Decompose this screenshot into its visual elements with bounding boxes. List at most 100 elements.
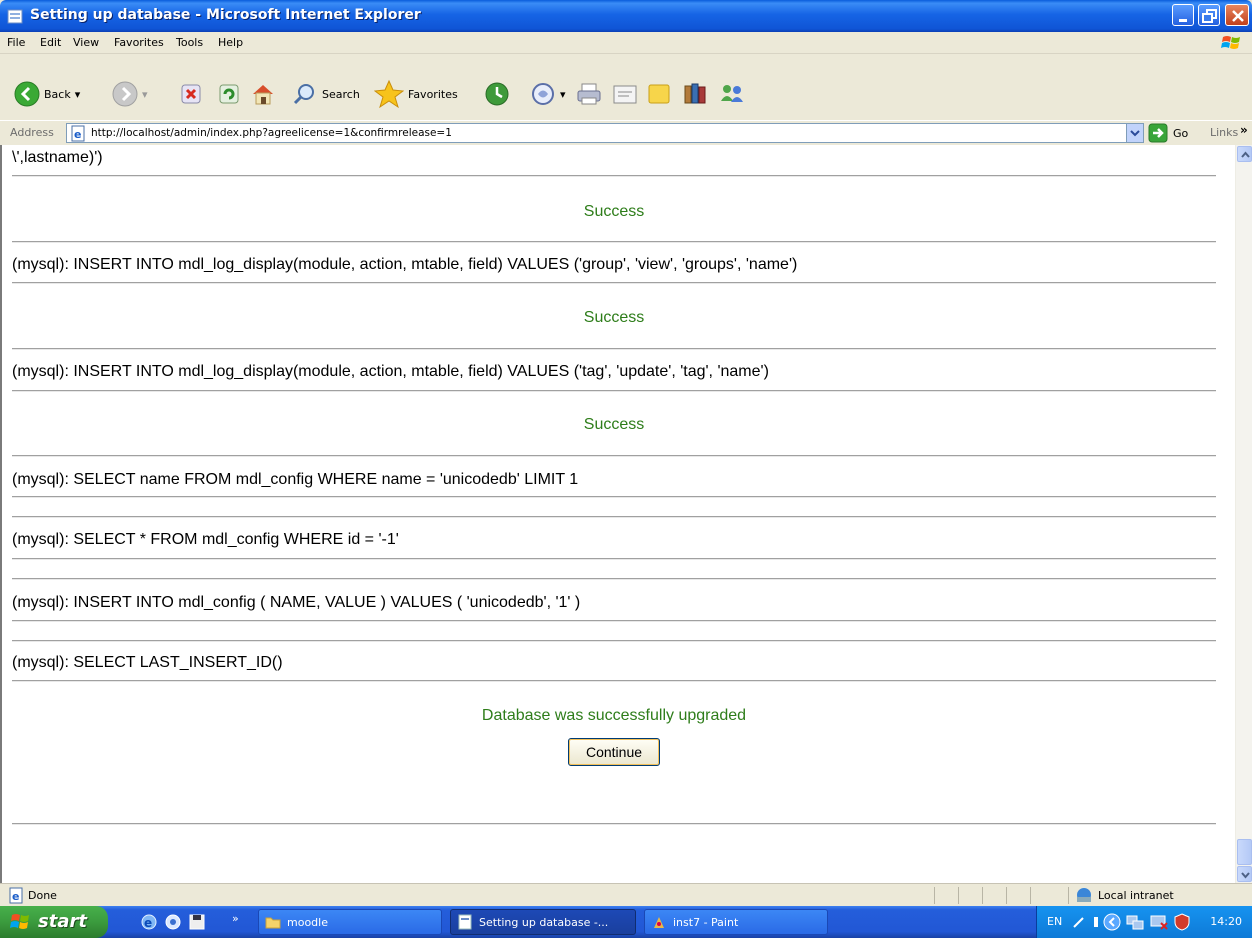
back-dropdown-icon[interactable]: ▾ [75,88,81,101]
address-dropdown-button[interactable] [1126,124,1143,142]
ie-page-icon [7,9,23,24]
sql-log-line: (mysql): INSERT INTO mdl_log_display(mod… [12,256,798,273]
minimize-button[interactable] [1172,4,1194,26]
menu-view[interactable]: View [73,36,99,49]
sql-log-line: (mysql): SELECT LAST_INSERT_ID() [12,654,283,671]
print-icon[interactable] [576,81,602,107]
network-icon[interactable] [1125,913,1145,931]
windows-logo-icon [1221,36,1240,49]
favorites-label: Favorites [408,87,458,101]
chevron-right-icon[interactable]: » [232,912,239,925]
favorites-button[interactable]: Favorites [374,79,458,109]
edit-icon[interactable] [612,81,638,107]
menu-favorites[interactable]: Favorites [114,36,164,49]
ie-quicklaunch-icon[interactable]: e [140,913,158,931]
messenger-icon[interactable] [718,81,746,107]
back-button[interactable]: Back ▾ [14,81,80,107]
svg-text:e: e [74,128,81,141]
home-icon[interactable] [250,81,276,107]
discuss-icon[interactable] [646,81,672,107]
start-label: start [38,911,87,932]
menu-help[interactable]: Help [218,36,243,49]
forward-arrow-icon [112,81,138,107]
refresh-icon[interactable] [218,83,240,105]
forward-dropdown-icon[interactable]: ▾ [142,88,148,101]
divider [12,496,1216,498]
stop-icon[interactable] [180,83,202,105]
divider [12,516,1216,518]
vertical-scrollbar[interactable] [1235,145,1252,883]
tray-arrow-icon[interactable] [1103,913,1121,931]
continue-button[interactable]: Continue [568,738,660,766]
security-alert-icon[interactable] [1173,913,1191,931]
ie-page-icon: e [9,887,23,904]
divider [12,640,1216,642]
chevron-down-icon [1241,872,1250,879]
menu-edit[interactable]: Edit [40,36,61,49]
go-label: Go [1173,126,1189,140]
paint-icon [654,917,664,928]
sql-log-fragment: \',lastname)') [12,149,103,166]
divider [12,282,1216,284]
window-title: Setting up database - Microsoft Internet… [30,7,421,23]
divider [12,390,1216,392]
standard-toolbar: Back ▾ ▾ Search Favorites ▾ [0,55,1252,125]
address-url: http://localhost/admin/index.php?agreeli… [91,127,452,139]
menu-tools[interactable]: Tools [176,36,203,49]
menu-bar: File Edit View Favorites Tools Help [0,32,1252,54]
address-input[interactable]: e http://localhost/admin/index.php?agree… [66,123,1144,143]
browser-quicklaunch-icon[interactable] [164,913,182,931]
close-button[interactable] [1225,4,1249,26]
title-bar: Setting up database - Microsoft Internet… [0,0,1252,32]
folder-icon [265,917,281,929]
system-tray: EN 14:20 [1036,906,1252,938]
minimize-icon [1179,19,1187,22]
tray-indicator-icon[interactable] [1091,914,1101,930]
pen-tool-icon[interactable] [1071,914,1087,930]
divider [982,887,983,904]
task-paint[interactable]: inst7 - Paint [644,909,828,935]
clock: 14:20 [1210,915,1242,928]
go-arrow-icon [1148,123,1168,143]
divider [12,241,1216,243]
links-toolbar-label[interactable]: Links [1210,126,1238,139]
scroll-thumb[interactable] [1237,839,1252,865]
task-label: Setting up database -... [479,915,609,929]
menu-file[interactable]: File [7,36,25,49]
sql-log-line: (mysql): INSERT INTO mdl_config ( NAME, … [12,594,581,611]
windows-logo-icon [10,914,29,929]
divider [12,620,1216,622]
history-icon[interactable] [484,81,510,107]
divider [1068,887,1069,904]
search-icon [293,84,314,105]
divider [958,887,959,904]
sql-log-line: (mysql): SELECT name FROM mdl_config WHE… [12,471,579,488]
save-quicklaunch-icon[interactable] [188,913,206,931]
ie-page-icon: e [71,125,85,142]
scroll-down-button[interactable] [1237,866,1252,882]
local-intranet-icon [1077,888,1091,902]
success-message: Success [583,309,645,326]
page-content: \',lastname)') Success (mysql): INSERT I… [0,145,1252,883]
mail-dropdown-icon[interactable]: ▾ [560,88,566,101]
forward-button[interactable]: ▾ [112,81,148,107]
upgrade-complete-message: Database was successfully upgraded [481,707,747,724]
ie-page-icon [458,914,472,930]
chevron-right-icon[interactable]: » [1240,123,1248,137]
svg-text:e: e [144,916,152,930]
mail-button[interactable]: ▾ [530,81,566,107]
research-icon[interactable] [682,81,708,107]
divider [934,887,935,904]
go-button[interactable]: Go [1148,123,1188,143]
maximize-button[interactable] [1198,4,1220,26]
search-button[interactable]: Search [292,81,360,107]
svg-text:e: e [12,890,19,903]
task-moodle[interactable]: moodle [258,909,442,935]
start-button[interactable]: start [0,906,108,938]
scroll-up-button[interactable] [1237,146,1252,162]
task-ie-setting-up-database[interactable]: Setting up database -... [450,909,636,935]
network-disconnected-icon[interactable] [1149,913,1169,931]
security-zone-label: Local intranet [1098,889,1174,902]
language-indicator[interactable]: EN [1047,915,1062,928]
taskbar: start e » moodle Setting up database -..… [0,906,1252,938]
